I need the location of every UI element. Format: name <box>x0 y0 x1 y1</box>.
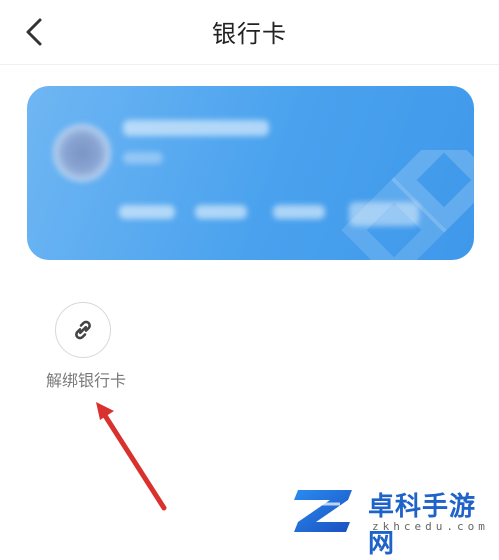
unbind-card-button[interactable]: 解绑银行卡 <box>30 302 142 394</box>
page-title: 银行卡 <box>212 20 287 48</box>
card-watermark-icon <box>341 150 474 260</box>
blurred-bank-name <box>123 120 269 136</box>
annotation-arrow-icon <box>96 402 167 511</box>
blurred-card-number-2 <box>195 205 247 219</box>
link-icon <box>75 320 91 340</box>
unbind-card-label: 解绑银行卡 <box>45 371 126 390</box>
unbind-icon-circle <box>55 302 111 358</box>
blurred-card-type <box>123 152 163 164</box>
z-logo-icon <box>294 490 352 532</box>
blurred-card-number-3 <box>273 205 325 219</box>
site-watermark-logo: 卓科手游网 zkhcedu.com <box>290 482 495 559</box>
bank-logo-avatar <box>53 124 111 182</box>
site-domain: zkhcedu.com <box>372 520 489 533</box>
top-nav-bar: 银行卡 <box>0 0 499 65</box>
blurred-card-number-1 <box>119 205 175 219</box>
bank-card[interactable] <box>27 86 474 260</box>
